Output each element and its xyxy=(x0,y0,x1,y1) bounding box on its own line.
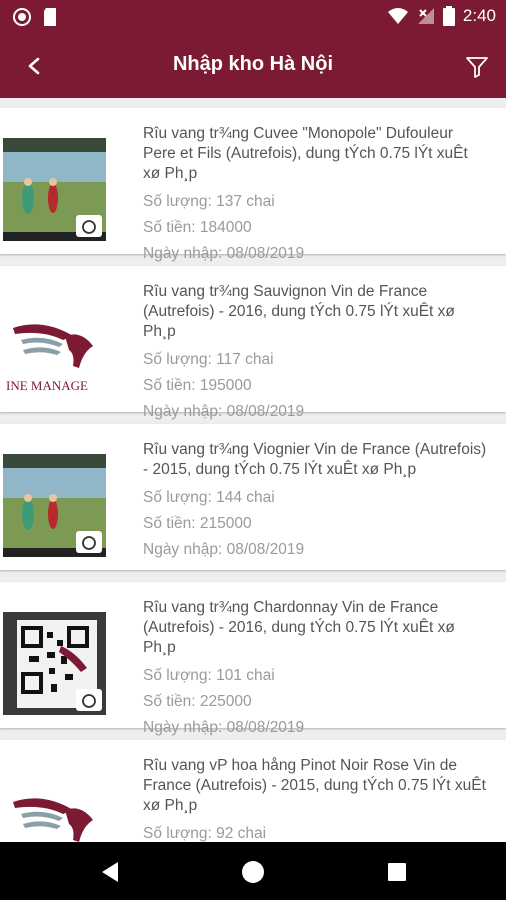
amount-value: 195000 xyxy=(199,377,252,394)
product-thumbnail[interactable]: INE MANAGE xyxy=(3,296,106,399)
amount-value: 215000 xyxy=(199,515,252,532)
back-triangle-icon xyxy=(102,862,118,882)
product-thumbnail[interactable] xyxy=(3,612,106,715)
status-time: 2:40 xyxy=(462,6,496,25)
amount-row: Số tiền: 215000 xyxy=(143,515,252,532)
camera-icon xyxy=(76,215,102,237)
camera-icon xyxy=(76,531,102,553)
status-bar: 2:40 xyxy=(0,0,506,34)
nav-home-button[interactable] xyxy=(240,859,266,885)
cellular-signal-icon xyxy=(417,8,434,24)
date-value: 08/08/2019 xyxy=(226,403,305,420)
wifi-icon xyxy=(387,8,408,24)
list-item[interactable]: Rîu vang tr¾ng Cuvee "Monopole" Dufouleu… xyxy=(0,108,506,262)
date-value: 08/08/2019 xyxy=(226,245,305,262)
quantity-row: Số lượng: 101 chai xyxy=(143,667,275,684)
product-name: Rîu vang tr¾ng Chardonnay Vin de France … xyxy=(143,599,455,656)
nav-back-button[interactable] xyxy=(98,859,124,885)
notification-record-icon xyxy=(13,8,31,26)
filter-button[interactable] xyxy=(464,54,490,80)
quantity-value: 117 chai xyxy=(216,351,274,368)
list-item[interactable]: Rîu vang tr¾ng Viognier Vin de France (A… xyxy=(0,424,506,570)
product-thumbnail[interactable] xyxy=(3,138,106,241)
date-row: Ngày nhập: 08/08/2019 xyxy=(143,245,305,262)
product-name: Rîu vang tr¾ng Viognier Vin de France (A… xyxy=(143,441,487,478)
recents-square-icon xyxy=(388,863,406,881)
svg-text:INE MANAGE: INE MANAGE xyxy=(6,378,88,393)
list-item[interactable]: INE MANAGE Rîu vang tr¾ng Sauvignon Vin … xyxy=(0,266,506,420)
product-name: Rîu vang vP hoa hång Pinot Noir Rose Vin… xyxy=(143,757,486,814)
date-row: Ngày nhập: 08/08/2019 xyxy=(143,541,305,558)
system-nav-bar xyxy=(0,842,506,900)
quantity-row: Số lượng: 117 chai xyxy=(143,351,274,368)
list-item[interactable]: Rîu vang tr¾ng Chardonnay Vin de France … xyxy=(0,582,506,736)
amount-row: Số tiền: 225000 xyxy=(143,693,252,710)
date-value: 08/08/2019 xyxy=(226,719,305,736)
amount-value: 184000 xyxy=(199,219,252,236)
home-circle-icon xyxy=(242,861,264,883)
quantity-row: Số lượng: 137 chai xyxy=(143,193,275,210)
product-name: Rîu vang tr¾ng Cuvee "Monopole" Dufouleu… xyxy=(143,125,468,182)
camera-icon xyxy=(76,689,102,711)
amount-row: Số tiền: 195000 xyxy=(143,377,252,394)
quantity-row: Số lượng: 144 chai xyxy=(143,489,275,506)
product-thumbnail[interactable] xyxy=(3,770,106,842)
page-title: Nhập kho Hà Nội xyxy=(172,53,333,75)
nav-recents-button[interactable] xyxy=(384,859,410,885)
date-row: Ngày nhập: 08/08/2019 xyxy=(143,403,305,420)
date-row: Ngày nhập: 08/08/2019 xyxy=(143,719,305,736)
app-toolbar: Nhập kho Hà Nội xyxy=(0,34,506,98)
list-item[interactable]: Rîu vang vP hoa hång Pinot Noir Rose Vin… xyxy=(0,740,506,842)
product-thumbnail[interactable] xyxy=(3,454,106,557)
quantity-value: 144 chai xyxy=(216,489,275,506)
date-value: 08/08/2019 xyxy=(226,541,305,558)
quantity-value: 92 chai xyxy=(216,825,267,842)
sd-card-icon xyxy=(44,8,56,26)
battery-icon xyxy=(442,6,455,26)
import-list[interactable]: Rîu vang tr¾ng Cuvee "Monopole" Dufouleu… xyxy=(0,98,506,842)
quantity-row: Số lượng: 92 chai xyxy=(143,825,267,842)
amount-row: Số tiền: 184000 xyxy=(143,219,252,236)
filter-icon xyxy=(466,57,488,78)
quantity-value: 101 chai xyxy=(216,667,275,684)
product-name: Rîu vang tr¾ng Sauvignon Vin de France (… xyxy=(143,283,455,340)
quantity-value: 137 chai xyxy=(216,193,275,210)
amount-value: 225000 xyxy=(199,693,252,710)
